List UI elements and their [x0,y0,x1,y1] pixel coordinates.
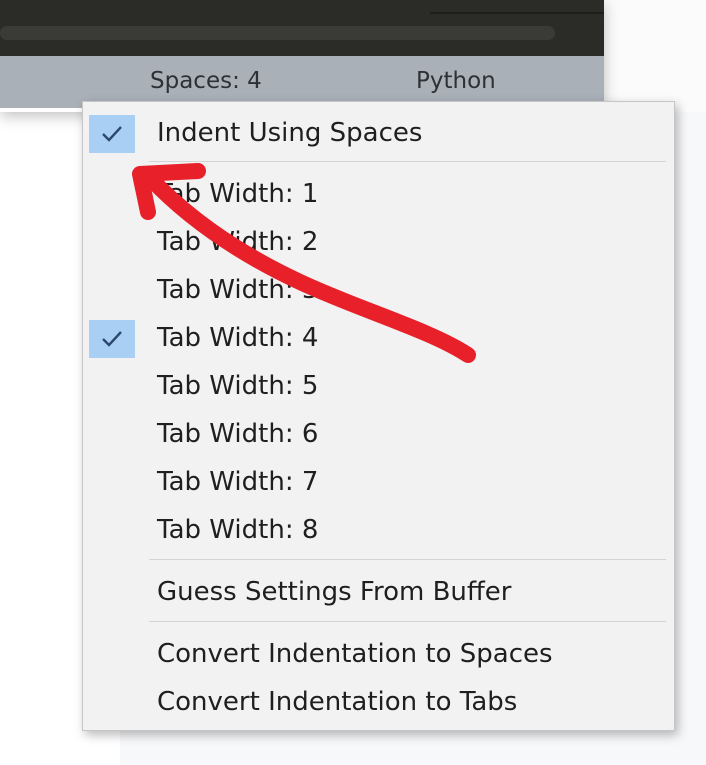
menu-item-label: Tab Width: 2 [157,227,319,257]
menu-item-tab-width-6[interactable]: Tab Width: 6 [83,410,674,458]
menu-item-convert-to-spaces[interactable]: Convert Indentation to Spaces [83,630,674,678]
menu-item-guess-settings[interactable]: Guess Settings From Buffer [83,568,674,616]
menu-item-indent-using-spaces[interactable]: Indent Using Spaces [83,109,674,157]
checkmark-icon [89,320,135,358]
editor-divider [430,12,604,14]
menu-item-label: Convert Indentation to Spaces [157,639,553,669]
menu-item-label: Tab Width: 3 [157,275,319,305]
horizontal-scrollbar[interactable] [0,26,555,40]
status-syntax[interactable]: Python [416,68,496,94]
menu-item-tab-width-2[interactable]: Tab Width: 2 [83,218,674,266]
menu-separator [149,161,666,162]
menu-item-tab-width-8[interactable]: Tab Width: 8 [83,506,674,554]
menu-item-tab-width-3[interactable]: Tab Width: 3 [83,266,674,314]
menu-item-label: Tab Width: 1 [157,179,319,209]
menu-item-tab-width-5[interactable]: Tab Width: 5 [83,362,674,410]
menu-item-label: Tab Width: 6 [157,419,319,449]
menu-item-label: Tab Width: 4 [157,323,319,353]
menu-item-label: Tab Width: 7 [157,467,319,497]
checkmark-icon [89,115,135,153]
menu-item-tab-width-4[interactable]: Tab Width: 4 [83,314,674,362]
menu-separator [149,621,666,622]
menu-separator [149,559,666,560]
indentation-menu: Indent Using Spaces Tab Width: 1 Tab Wid… [82,101,675,731]
menu-item-label: Tab Width: 8 [157,515,319,545]
menu-item-label: Tab Width: 5 [157,371,319,401]
menu-item-label: Convert Indentation to Tabs [157,687,518,717]
menu-item-tab-width-7[interactable]: Tab Width: 7 [83,458,674,506]
menu-item-convert-to-tabs[interactable]: Convert Indentation to Tabs [83,678,674,726]
menu-item-label: Guess Settings From Buffer [157,577,512,607]
status-indentation[interactable]: Spaces: 4 [150,68,262,94]
editor-window: Spaces: 4 Python [0,0,604,112]
editor-content-area [0,0,604,56]
menu-item-label: Indent Using Spaces [157,118,423,148]
menu-item-tab-width-1[interactable]: Tab Width: 1 [83,170,674,218]
